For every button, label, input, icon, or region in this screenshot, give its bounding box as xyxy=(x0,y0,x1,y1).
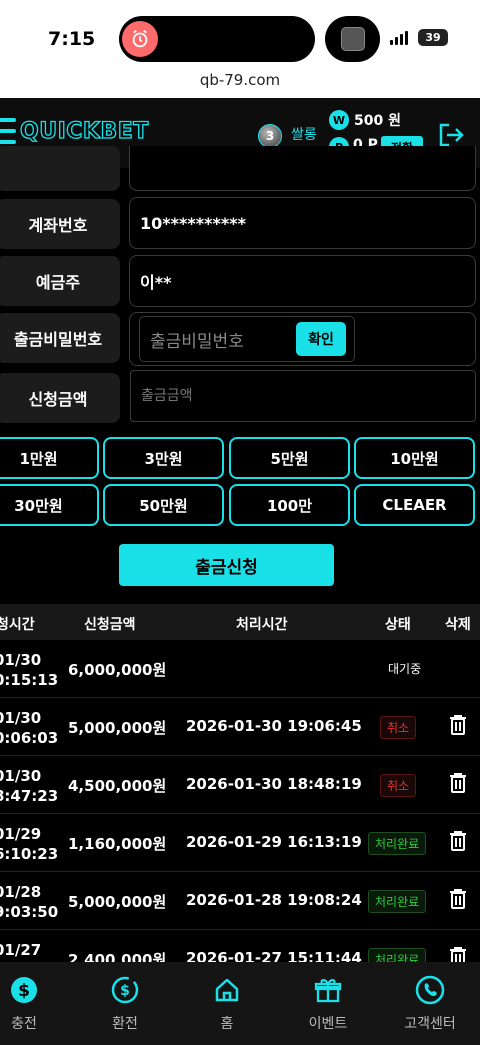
status-badge: 처리완료 xyxy=(368,890,427,913)
gift-icon xyxy=(314,975,342,1005)
signal-icon xyxy=(390,31,408,45)
header-status: 상태 xyxy=(385,617,411,633)
nav-withdraw[interactable]: $ 환전 xyxy=(77,962,173,1045)
trash-icon[interactable] xyxy=(449,714,467,740)
amount-cell: 6,000,000원 xyxy=(68,661,167,679)
amount-cell: 5,000,000원 xyxy=(68,719,167,737)
won-balance: 500 원 xyxy=(354,113,401,129)
table-row: 01/30 0:15:13 6,000,000원 대기중 xyxy=(0,640,480,698)
request-time-cell: 01/30 0:06:03 xyxy=(0,709,59,747)
url-bar[interactable]: qb-79.com xyxy=(0,71,480,89)
status-badge: 취소 xyxy=(380,716,417,739)
header-delete: 삭제 xyxy=(445,617,471,633)
nav-label: 환전 xyxy=(112,1016,138,1032)
amount-button-1[interactable]: 1만원 xyxy=(0,437,99,479)
status-badge: 대기중 xyxy=(388,662,422,676)
exchange-icon: $ xyxy=(110,975,140,1005)
table-row: 01/30 0:06:03 5,000,000원 2026-01-30 19:06:… xyxy=(0,698,480,756)
request-time-cell: 01/30 8:47:23 xyxy=(0,767,59,805)
account-number-field: 10********** xyxy=(129,197,476,249)
amount-cell: 1,160,000원 xyxy=(68,835,167,853)
confirm-button[interactable]: 확인 xyxy=(296,322,346,356)
amount-button-5[interactable]: 30만원 xyxy=(0,484,99,526)
nav-event[interactable]: 이벤트 xyxy=(280,962,376,1045)
table-row: 01/28 9:03:50 5,000,000원 2026-01-28 19:08:… xyxy=(0,872,480,930)
processed-time-cell: 2026-01-29 16:13:19 xyxy=(186,833,362,851)
clock: 7:15 xyxy=(48,28,96,50)
nav-home[interactable]: 홈 xyxy=(179,962,275,1045)
withdraw-submit-button[interactable]: 출금신청 xyxy=(119,544,334,586)
alarm-icon xyxy=(122,21,158,57)
amount-button-2[interactable]: 3만원 xyxy=(103,437,224,479)
nav-support[interactable]: 고객센터 xyxy=(382,962,478,1045)
clear-button[interactable]: CLEAER xyxy=(354,484,475,526)
trash-icon[interactable] xyxy=(449,888,467,914)
now-playing-icon xyxy=(325,16,380,62)
bank-field-partial xyxy=(129,146,476,191)
header-processed-time: 처리시간 xyxy=(236,617,288,633)
home-icon xyxy=(213,975,241,1005)
table-row: 01/30 8:47:23 4,500,000원 2026-01-30 18:48:… xyxy=(0,756,480,814)
nav-label: 홈 xyxy=(220,1016,234,1032)
battery-icon: 39 xyxy=(418,29,448,46)
amount-label: 신청금액 xyxy=(0,373,120,423)
amount-button-7[interactable]: 100만 xyxy=(229,484,350,526)
status-badge: 취소 xyxy=(380,774,417,797)
amount-cell: 4,500,000원 xyxy=(68,777,167,795)
request-time-cell: 01/27 xyxy=(0,941,42,959)
password-label: 출금비밀번호 xyxy=(0,313,120,363)
header-request-time: 청시간 xyxy=(0,617,35,633)
logo[interactable]: QUICKBET xyxy=(0,118,149,144)
request-time-cell: 01/30 0:15:13 xyxy=(0,651,59,689)
dollar-circle-icon: $ xyxy=(10,975,38,1005)
bottom-nav: $ 충전 $ 환전 홈 이벤트 고객센터 xyxy=(0,962,480,1045)
table-row: 01/29 6:10:23 1,160,000원 2026-01-29 16:13:… xyxy=(0,814,480,872)
amount-cell: 5,000,000원 xyxy=(68,893,167,911)
header-amount: 신청금액 xyxy=(84,617,136,633)
nav-label: 고객센터 xyxy=(404,1016,456,1032)
table-header: 청시간 신청금액 처리시간 상태 삭제 xyxy=(0,604,480,640)
amount-button-4[interactable]: 10만원 xyxy=(354,437,475,479)
amount-button-6[interactable]: 50만원 xyxy=(103,484,224,526)
trash-icon[interactable] xyxy=(449,772,467,798)
processed-time-cell: 2026-01-28 19:08:24 xyxy=(186,891,362,909)
request-time-cell: 01/28 9:03:50 xyxy=(0,883,59,921)
svg-text:$: $ xyxy=(120,983,130,999)
svg-text:$: $ xyxy=(18,981,30,1001)
level-badge: 3 xyxy=(258,124,282,148)
logo-text: QUICKBET xyxy=(19,118,149,144)
amount-input[interactable] xyxy=(130,370,476,422)
bank-label-partial xyxy=(0,146,120,191)
nav-label: 충전 xyxy=(11,1016,37,1032)
nav-deposit[interactable]: $ 충전 xyxy=(0,962,72,1045)
account-number-label: 계좌번호 xyxy=(0,199,120,249)
amount-button-3[interactable]: 5만원 xyxy=(229,437,350,479)
processed-time-cell: 2026-01-30 18:48:19 xyxy=(186,775,362,793)
holder-field: 이** xyxy=(129,255,476,307)
trash-icon[interactable] xyxy=(449,830,467,856)
status-badge: 처리완료 xyxy=(368,832,427,855)
username: 쌀롱 xyxy=(291,127,317,143)
won-icon: W xyxy=(329,110,349,130)
menu-icon[interactable] xyxy=(0,118,16,144)
request-time-cell: 01/29 6:10:23 xyxy=(0,825,59,863)
nav-label: 이벤트 xyxy=(308,1016,348,1032)
phone-icon xyxy=(415,975,445,1005)
processed-time-cell: 2026-01-30 19:06:45 xyxy=(186,717,362,735)
holder-label: 예금주 xyxy=(0,256,120,306)
status-bar: 7:15 39 qb-79.com xyxy=(0,0,480,98)
